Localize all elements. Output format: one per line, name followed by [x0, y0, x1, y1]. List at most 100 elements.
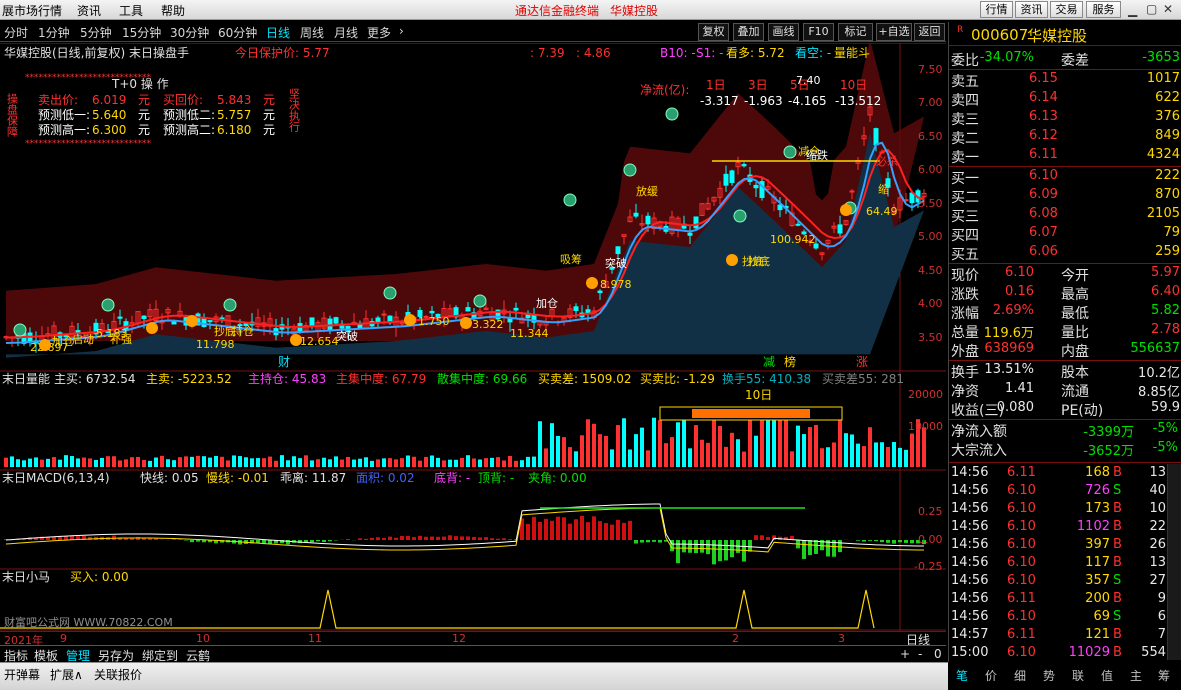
menu-market[interactable]: 展市场行情 — [2, 2, 62, 19]
tab-shi[interactable]: 势 — [1043, 667, 1055, 684]
period-1min[interactable]: 1分钟 — [38, 24, 70, 41]
panel-row: 卖四 6.14 622 — [949, 90, 1181, 109]
panel-tabs: 笔 价 细 势 联 值 主 筹 — [948, 662, 1181, 690]
btn-info[interactable]: 资讯 — [1015, 1, 1048, 18]
macd-bar — [364, 538, 368, 540]
btn-diejia[interactable]: 叠加 — [733, 23, 764, 41]
volume-bar — [508, 456, 512, 467]
flow-stats: 净流入额 -3399万 -5% 大宗流入 -3652万 -5% — [949, 419, 1181, 459]
volume-bar — [394, 459, 398, 467]
check-icon — [563, 193, 577, 207]
btn-f10[interactable]: F10 — [803, 23, 834, 41]
macd-bar — [532, 516, 536, 540]
tab-xi[interactable]: 细 — [1014, 667, 1026, 684]
flow-label: 大宗流入 — [951, 443, 1007, 459]
ask-vol: 4324 — [1146, 147, 1180, 162]
period-5min[interactable]: 5分钟 — [80, 24, 112, 41]
volume-bar — [88, 458, 92, 467]
tick-list[interactable]: 14:56 6.11 168 B 13 14:56 6.10 726 S 40 14:56 6.10 1… — [949, 462, 1181, 662]
volume-bar — [598, 434, 602, 467]
check-icon — [473, 294, 487, 308]
period-more[interactable]: 更多 — [367, 24, 391, 41]
btn-expand[interactable]: 扩展∧ — [50, 666, 83, 683]
period-30min[interactable]: 30分钟 — [170, 24, 209, 41]
tab-jia[interactable]: 价 — [985, 667, 997, 684]
macd-bar — [430, 536, 434, 540]
zoom-in-button[interactable]: + — [900, 647, 910, 661]
zoom-reset-button[interactable]: 0 — [934, 647, 942, 661]
period-60min[interactable]: 60分钟 — [218, 24, 257, 41]
btn-service[interactable]: 服务 — [1086, 1, 1121, 18]
macd-bar — [286, 540, 290, 545]
tick-price: 6.10 — [1007, 555, 1036, 570]
bid-book: 买一 6.10 222 买二 6.09 870 买三 6.08 2105 买四 6.07 79 买五 6.… — [949, 166, 1181, 263]
quote-label: 现价 — [951, 268, 979, 284]
volume-bar — [706, 442, 710, 467]
bid-price: 6.10 — [1029, 168, 1058, 183]
panel-row: 涨幅 2.69% 最低 5.82 — [949, 303, 1181, 322]
maximize-icon[interactable]: ▢ — [1146, 2, 1157, 16]
x-tick-11: 11 — [308, 632, 322, 645]
chevron-right-icon[interactable]: › — [399, 24, 404, 38]
t0-sell-label: 卖出价: — [38, 93, 78, 107]
btn-quote[interactable]: 行情 — [980, 1, 1013, 18]
macd-bar — [904, 540, 908, 543]
menu-help[interactable]: 帮助 — [161, 2, 185, 19]
tab-lian[interactable]: 联 — [1072, 667, 1084, 684]
header-kanduo: 看多: 5.72 — [726, 46, 785, 60]
period-15min[interactable]: 15分钟 — [122, 24, 161, 41]
macd-bar — [574, 519, 578, 540]
tab-zhu[interactable]: 主 — [1130, 667, 1142, 684]
volume-bar — [616, 425, 620, 467]
macd-bar — [322, 540, 326, 543]
volume-bar — [796, 425, 800, 467]
btn-fuquan[interactable]: 复权 — [698, 23, 729, 41]
tick-time: 14:57 — [951, 627, 989, 642]
tick-vol: 397 — [1085, 537, 1110, 552]
menu-news[interactable]: 资讯 — [77, 2, 101, 19]
volume-bar — [286, 460, 290, 467]
minimize-icon[interactable]: ▁ — [1128, 3, 1137, 17]
btn-add-fav[interactable]: +自选 — [876, 23, 912, 41]
zoom-out-button[interactable]: - — [918, 647, 922, 661]
btn-back[interactable]: 返回 — [914, 23, 945, 41]
ask-label: 卖三 — [951, 112, 979, 128]
macd-title: 末日MACD(6,13,4) — [2, 471, 110, 485]
panel-row: 买三 6.08 2105 — [949, 206, 1181, 225]
finance-stats: 换手 13.51% 股本 10.2亿 净资 1.41 流通 8.85亿 收益(三) 0.080 PE… — [949, 360, 1181, 419]
kline-chart[interactable]: 华媒控股(日线,前复权) 末日操盘手 今日保护价: 5.77 : 7.39 : … — [0, 43, 946, 631]
tab-zhi[interactable]: 值 — [1101, 667, 1113, 684]
volume-bar — [358, 458, 362, 467]
ask-price: 6.11 — [1029, 147, 1058, 162]
period-fenshi[interactable]: 分时 — [4, 24, 28, 41]
btn-trade[interactable]: 交易 — [1050, 1, 1083, 18]
macd-bar — [310, 540, 314, 543]
fin-label2: 流通 — [1061, 384, 1089, 400]
macd-axis: 0.25 0.00 -0.25 — [914, 505, 943, 573]
period-month[interactable]: 月线 — [334, 24, 358, 41]
macd-bar — [172, 539, 176, 540]
flow-val: -3652万 — [1083, 444, 1134, 459]
tab-bi[interactable]: 笔 — [956, 667, 968, 684]
tab-chou[interactable]: 筹 — [1158, 667, 1170, 684]
menu-tools[interactable]: 工具 — [119, 2, 143, 19]
volume-bar — [628, 449, 632, 467]
panel-row: 买二 6.09 870 — [949, 187, 1181, 206]
close-icon[interactable]: ✕ — [1163, 2, 1173, 16]
x-tick-10: 10 — [196, 632, 210, 645]
btn-danmu[interactable]: 开弹幕 — [4, 666, 40, 683]
period-day[interactable]: 日线 — [266, 24, 290, 41]
tick-scrollbar[interactable] — [1167, 464, 1181, 660]
macd-bar — [772, 535, 776, 540]
anno-text: 必杀 — [876, 154, 898, 168]
btn-huaxian[interactable]: 画线 — [768, 23, 799, 41]
btn-mark[interactable]: 标记 — [838, 23, 873, 41]
panel-row: 14:56 6.10 173 B 10 — [949, 501, 1181, 518]
candle-body — [633, 212, 639, 217]
volume-bar — [208, 457, 212, 467]
btn-linked-quote[interactable]: 关联报价 — [94, 666, 142, 683]
period-week[interactable]: 周线 — [300, 24, 324, 41]
volume-bar — [64, 455, 68, 467]
tick-price: 6.10 — [1007, 573, 1036, 588]
menubar: 展市场行情 资讯 工具 帮助 通达信金融终端 华媒控股 行情 资讯 交易 服务 … — [0, 0, 1181, 20]
